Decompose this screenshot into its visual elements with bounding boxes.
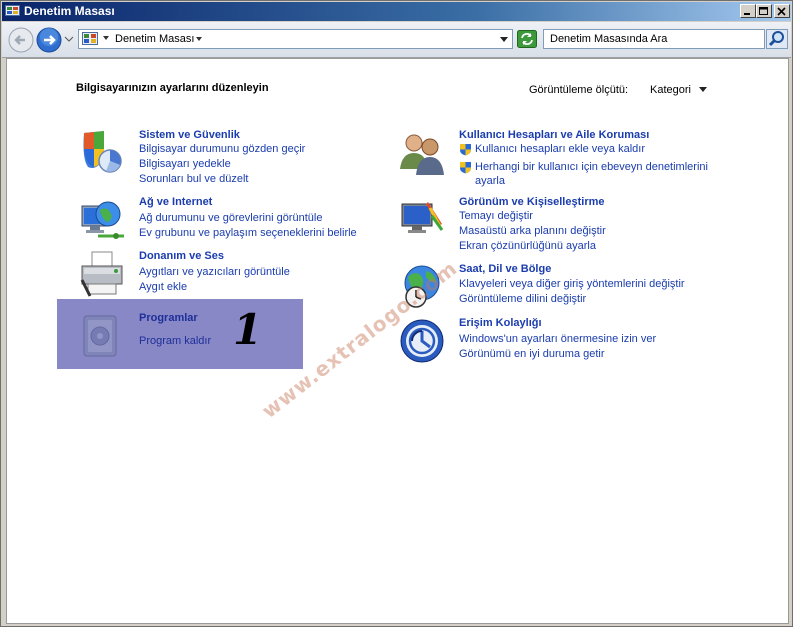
programs-icon[interactable] (78, 312, 126, 360)
category-link[interactable]: Herhangi bir kullanıcı için ebeveyn dene… (459, 161, 708, 174)
category-link[interactable]: Kullanıcı hesapları ekle veya kaldır (459, 143, 645, 156)
category-link[interactable]: Aygıtları ve yazıcıları görüntüle (139, 266, 290, 278)
monitor-paint-icon[interactable] (398, 196, 446, 244)
view-by-dropdown-icon[interactable] (699, 87, 707, 92)
view-by-label: Görüntüleme ölçütü: (529, 84, 629, 96)
annotation-number: 1 (233, 305, 263, 354)
category-link-label: Herhangi bir kullanıcı için ebeveyn dene… (475, 161, 708, 173)
printer-icon[interactable] (78, 250, 126, 298)
category-link[interactable]: Görünümü en iyi duruma getir (459, 348, 605, 360)
category-link[interactable]: Bilgisayarı yedekle (139, 158, 231, 170)
accessibility-icon[interactable] (398, 317, 446, 365)
forward-arrow-icon[interactable] (36, 27, 62, 53)
search-input[interactable]: Denetim Masasında Ara (543, 29, 765, 49)
users-icon[interactable] (398, 129, 446, 177)
category-link[interactable]: Temayı değiştir (459, 210, 533, 222)
category-link[interactable]: Sorunları bul ve düzelt (139, 173, 248, 185)
category-link[interactable]: Bilgisayar durumunu gözden geçir (139, 143, 305, 155)
maximize-button[interactable] (756, 4, 772, 18)
category-link[interactable]: Ev grubunu ve paylaşım seçeneklerini bel… (139, 227, 357, 239)
category-link[interactable]: Program kaldır (139, 335, 211, 347)
window-title: Denetim Masası (24, 4, 115, 18)
category-link[interactable]: Windows'un ayarları önermesine izin ver (459, 333, 656, 345)
category-link[interactable]: Ağ durumunu ve görevlerini görüntüle (139, 212, 322, 224)
network-globe-icon[interactable] (78, 196, 126, 244)
shield-chart-icon[interactable] (78, 129, 126, 177)
category-link[interactable]: Ekran çözünürlüğünü ayarla (459, 240, 596, 252)
category-link[interactable]: Klavyeleri veya diğer giriş yöntemlerini… (459, 278, 685, 290)
category-link-continuation[interactable]: ayarla (475, 175, 505, 187)
category-link[interactable]: Masaüstü arka planını değiştir (459, 225, 606, 237)
address-field[interactable]: Denetim Masası (78, 29, 513, 49)
title-bar[interactable]: Denetim Masası (2, 2, 791, 21)
category-title[interactable]: Saat, Dil ve Bölge (459, 263, 551, 275)
close-button[interactable] (774, 4, 790, 18)
breadcrumb-separator-icon[interactable] (103, 36, 109, 40)
category-title[interactable]: Görünüm ve Kişiselleştirme (459, 196, 605, 208)
search-button[interactable] (766, 29, 788, 49)
minimize-button[interactable] (740, 4, 756, 18)
navigation-bar: Denetim Masası Denetim Masasında Ara (2, 22, 791, 58)
history-dropdown-icon[interactable] (64, 35, 74, 43)
refresh-icon[interactable] (517, 30, 537, 48)
category-link[interactable]: Aygıt ekle (139, 281, 187, 293)
search-icon (768, 31, 784, 47)
breadcrumb-control-panel[interactable]: Denetim Masası (115, 33, 194, 45)
content-area: Bilgisayarınızın ayarlarını düzenleyin G… (6, 58, 789, 624)
category-title[interactable]: Sistem ve Güvenlik (139, 129, 240, 141)
breadcrumb-dropdown-icon[interactable] (196, 37, 202, 41)
category-title[interactable]: Ağ ve Internet (139, 196, 212, 208)
control-panel-window: Denetim Masası Denetim Masası Denetim Ma… (0, 0, 793, 627)
control-panel-location-icon (82, 32, 98, 45)
category-title[interactable]: Erişim Kolaylığı (459, 317, 542, 329)
view-by-selector[interactable]: Kategori (650, 84, 691, 96)
control-panel-icon (5, 5, 20, 16)
address-dropdown-icon[interactable] (500, 37, 508, 42)
category-title[interactable]: Donanım ve Ses (139, 250, 224, 262)
category-title[interactable]: Kullanıcı Hesapları ve Aile Koruması (459, 129, 649, 141)
category-title[interactable]: Programlar (139, 312, 198, 324)
page-title: Bilgisayarınızın ayarlarını düzenleyin (76, 82, 269, 94)
category-link[interactable]: Görüntüleme dilini değiştir (459, 293, 586, 305)
category-link-label: Kullanıcı hesapları ekle veya kaldır (475, 143, 645, 155)
uac-shield-icon (460, 144, 471, 156)
uac-shield-icon (460, 162, 471, 174)
back-arrow-icon[interactable] (8, 27, 34, 53)
